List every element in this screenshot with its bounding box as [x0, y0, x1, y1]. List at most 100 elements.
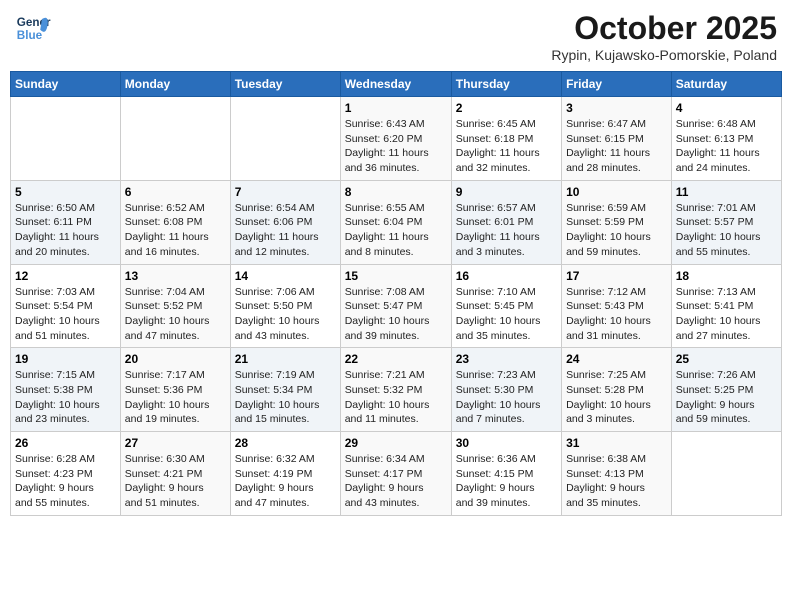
calendar-day-cell: 11 Sunrise: 7:01 AM Sunset: 5:57 PM Dayli… [671, 180, 781, 264]
day-info: Sunrise: 6:52 AM Sunset: 6:08 PM Dayligh… [125, 201, 226, 260]
calendar-day-cell: 26Sunrise: 6:28 AM Sunset: 4:23 PM Dayli… [11, 432, 121, 516]
day-info: Sunrise: 6:59 AM Sunset: 5:59 PM Dayligh… [566, 201, 667, 260]
day-number: 25 [676, 352, 777, 366]
day-number: 20 [125, 352, 226, 366]
calendar-week-row: 26Sunrise: 6:28 AM Sunset: 4:23 PM Dayli… [11, 432, 782, 516]
day-number: 17 [566, 269, 667, 283]
day-number: 10 [566, 185, 667, 199]
calendar-day-cell: 2 Sunrise: 6:45 AM Sunset: 6:18 PM Daylig… [451, 97, 561, 181]
calendar-day-cell: 12 Sunrise: 7:03 AM Sunset: 5:54 PM Dayli… [11, 264, 121, 348]
calendar-day-cell: 31Sunrise: 6:38 AM Sunset: 4:13 PM Dayli… [562, 432, 672, 516]
calendar-day-cell: 30Sunrise: 6:36 AM Sunset: 4:15 PM Dayli… [451, 432, 561, 516]
day-info: Sunrise: 6:30 AM Sunset: 4:21 PM Dayligh… [125, 452, 226, 511]
calendar-day-cell: 19Sunrise: 7:15 AM Sunset: 5:38 PM Dayli… [11, 348, 121, 432]
page-header: General Blue October 2025 Rypin, Kujawsk… [10, 10, 782, 63]
svg-text:Blue: Blue [17, 29, 43, 42]
day-info: Sunrise: 6:54 AM Sunset: 6:06 PM Dayligh… [235, 201, 336, 260]
day-info: Sunrise: 7:19 AM Sunset: 5:34 PM Dayligh… [235, 368, 336, 427]
day-info: Sunrise: 7:10 AM Sunset: 5:45 PM Dayligh… [456, 285, 557, 344]
calendar-day-cell [120, 97, 230, 181]
day-number: 13 [125, 269, 226, 283]
calendar-day-cell: 16 Sunrise: 7:10 AM Sunset: 5:45 PM Dayli… [451, 264, 561, 348]
calendar-day-cell: 10 Sunrise: 6:59 AM Sunset: 5:59 PM Dayli… [562, 180, 672, 264]
day-number: 14 [235, 269, 336, 283]
calendar-day-cell: 7 Sunrise: 6:54 AM Sunset: 6:06 PM Daylig… [230, 180, 340, 264]
calendar-day-cell: 20 Sunrise: 7:17 AM Sunset: 5:36 PM Dayli… [120, 348, 230, 432]
weekday-header: Wednesday [340, 72, 451, 97]
calendar-day-cell: 27Sunrise: 6:30 AM Sunset: 4:21 PM Dayli… [120, 432, 230, 516]
day-number: 22 [345, 352, 447, 366]
calendar-week-row: 5Sunrise: 6:50 AM Sunset: 6:11 PM Daylig… [11, 180, 782, 264]
day-number: 30 [456, 436, 557, 450]
day-info: Sunrise: 7:03 AM Sunset: 5:54 PM Dayligh… [15, 285, 116, 344]
day-info: Sunrise: 6:47 AM Sunset: 6:15 PM Dayligh… [566, 117, 667, 176]
calendar-day-cell: 29Sunrise: 6:34 AM Sunset: 4:17 PM Dayli… [340, 432, 451, 516]
day-number: 18 [676, 269, 777, 283]
weekday-header: Friday [562, 72, 672, 97]
day-info: Sunrise: 7:25 AM Sunset: 5:28 PM Dayligh… [566, 368, 667, 427]
weekday-header: Thursday [451, 72, 561, 97]
calendar-day-cell [671, 432, 781, 516]
calendar-day-cell: 21 Sunrise: 7:19 AM Sunset: 5:34 PM Dayli… [230, 348, 340, 432]
calendar-week-row: 19Sunrise: 7:15 AM Sunset: 5:38 PM Dayli… [11, 348, 782, 432]
day-info: Sunrise: 7:13 AM Sunset: 5:41 PM Dayligh… [676, 285, 777, 344]
day-info: Sunrise: 7:06 AM Sunset: 5:50 PM Dayligh… [235, 285, 336, 344]
weekday-header: Saturday [671, 72, 781, 97]
day-info: Sunrise: 6:45 AM Sunset: 6:18 PM Dayligh… [456, 117, 557, 176]
location-subtitle: Rypin, Kujawsko-Pomorskie, Poland [551, 47, 777, 63]
day-info: Sunrise: 6:48 AM Sunset: 6:13 PM Dayligh… [676, 117, 777, 176]
day-info: Sunrise: 6:38 AM Sunset: 4:13 PM Dayligh… [566, 452, 667, 511]
calendar-week-row: 1Sunrise: 6:43 AM Sunset: 6:20 PM Daylig… [11, 97, 782, 181]
day-number: 24 [566, 352, 667, 366]
calendar-day-cell: 28 Sunrise: 6:32 AM Sunset: 4:19 PM Dayli… [230, 432, 340, 516]
day-info: Sunrise: 6:57 AM Sunset: 6:01 PM Dayligh… [456, 201, 557, 260]
calendar-day-cell: 14 Sunrise: 7:06 AM Sunset: 5:50 PM Dayli… [230, 264, 340, 348]
calendar-day-cell: 17 Sunrise: 7:12 AM Sunset: 5:43 PM Dayli… [562, 264, 672, 348]
day-number: 21 [235, 352, 336, 366]
day-info: Sunrise: 7:04 AM Sunset: 5:52 PM Dayligh… [125, 285, 226, 344]
day-info: Sunrise: 6:34 AM Sunset: 4:17 PM Dayligh… [345, 452, 447, 511]
day-number: 15 [345, 269, 447, 283]
calendar-day-cell: 8 Sunrise: 6:55 AM Sunset: 6:04 PM Daylig… [340, 180, 451, 264]
calendar-day-cell: 4Sunrise: 6:48 AM Sunset: 6:13 PM Daylig… [671, 97, 781, 181]
calendar-day-cell [230, 97, 340, 181]
month-title: October 2025 [551, 10, 777, 47]
day-number: 11 [676, 185, 777, 199]
calendar-day-cell: 13 Sunrise: 7:04 AM Sunset: 5:52 PM Dayli… [120, 264, 230, 348]
day-info: Sunrise: 7:12 AM Sunset: 5:43 PM Dayligh… [566, 285, 667, 344]
day-info: Sunrise: 7:21 AM Sunset: 5:32 PM Dayligh… [345, 368, 447, 427]
day-info: Sunrise: 7:01 AM Sunset: 5:57 PM Dayligh… [676, 201, 777, 260]
logo-icon: General Blue [15, 10, 51, 46]
calendar-day-cell: 23 Sunrise: 7:23 AM Sunset: 5:30 PM Dayli… [451, 348, 561, 432]
day-number: 26 [15, 436, 116, 450]
day-number: 7 [235, 185, 336, 199]
calendar-day-cell: 1Sunrise: 6:43 AM Sunset: 6:20 PM Daylig… [340, 97, 451, 181]
day-info: Sunrise: 7:17 AM Sunset: 5:36 PM Dayligh… [125, 368, 226, 427]
title-block: October 2025 Rypin, Kujawsko-Pomorskie, … [551, 10, 777, 63]
day-info: Sunrise: 7:23 AM Sunset: 5:30 PM Dayligh… [456, 368, 557, 427]
calendar-day-cell [11, 97, 121, 181]
weekday-header: Monday [120, 72, 230, 97]
day-number: 28 [235, 436, 336, 450]
calendar-day-cell: 18 Sunrise: 7:13 AM Sunset: 5:41 PM Dayli… [671, 264, 781, 348]
day-info: Sunrise: 6:32 AM Sunset: 4:19 PM Dayligh… [235, 452, 336, 511]
day-number: 23 [456, 352, 557, 366]
calendar-day-cell: 25Sunrise: 7:26 AM Sunset: 5:25 PM Dayli… [671, 348, 781, 432]
day-info: Sunrise: 6:55 AM Sunset: 6:04 PM Dayligh… [345, 201, 447, 260]
day-number: 8 [345, 185, 447, 199]
weekday-header: Sunday [11, 72, 121, 97]
calendar-day-cell: 15 Sunrise: 7:08 AM Sunset: 5:47 PM Dayli… [340, 264, 451, 348]
calendar-day-cell: 3 Sunrise: 6:47 AM Sunset: 6:15 PM Daylig… [562, 97, 672, 181]
day-number: 16 [456, 269, 557, 283]
day-number: 3 [566, 101, 667, 115]
logo: General Blue [15, 10, 55, 46]
day-info: Sunrise: 7:15 AM Sunset: 5:38 PM Dayligh… [15, 368, 116, 427]
day-number: 12 [15, 269, 116, 283]
calendar-table: SundayMondayTuesdayWednesdayThursdayFrid… [10, 71, 782, 516]
calendar-day-cell: 5Sunrise: 6:50 AM Sunset: 6:11 PM Daylig… [11, 180, 121, 264]
calendar-day-cell: 22 Sunrise: 7:21 AM Sunset: 5:32 PM Dayli… [340, 348, 451, 432]
day-info: Sunrise: 7:08 AM Sunset: 5:47 PM Dayligh… [345, 285, 447, 344]
day-number: 2 [456, 101, 557, 115]
weekday-header-row: SundayMondayTuesdayWednesdayThursdayFrid… [11, 72, 782, 97]
day-number: 1 [345, 101, 447, 115]
